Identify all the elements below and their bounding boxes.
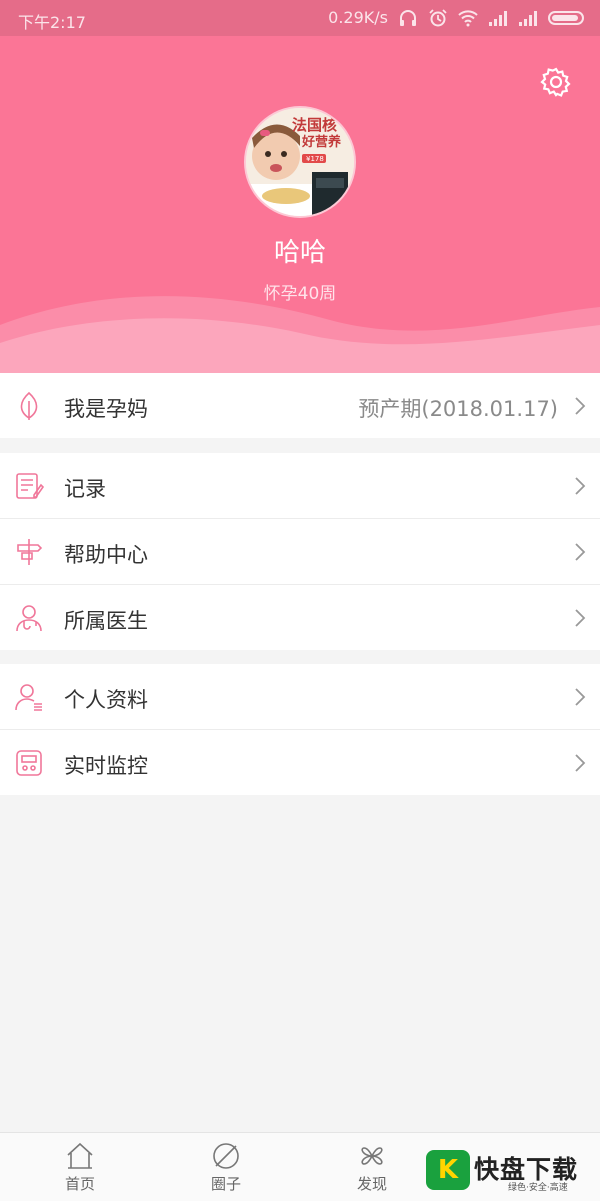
chevron-right-icon <box>575 397 586 415</box>
circle-icon <box>213 1143 239 1169</box>
menu-item-doctor[interactable]: 所属医生 <box>0 585 600 650</box>
menu-item-profile[interactable]: 个人资料 <box>0 664 600 730</box>
status-time: 下午2:17 <box>18 13 86 32</box>
headphones-icon <box>400 9 416 26</box>
tab-home[interactable]: 首页 <box>20 1133 140 1201</box>
menu-item-records[interactable]: 记录 <box>0 453 600 519</box>
menu-item-realtime-monitor[interactable]: 实时监控 <box>0 730 600 795</box>
menu-item-label: 我是孕妈 <box>64 397 148 421</box>
menu-item-label: 实时监控 <box>64 754 148 778</box>
tab-label: 圈子 <box>210 1175 241 1193</box>
chevron-right-icon <box>575 609 586 627</box>
tab-label: 首页 <box>64 1175 95 1193</box>
notepad-icon <box>16 473 44 499</box>
wifi-icon <box>458 9 478 26</box>
chevron-right-icon <box>575 543 586 561</box>
due-date-value: 预产期(2018.01.17) <box>358 397 558 421</box>
alarm-icon <box>429 8 447 26</box>
battery-icon <box>548 10 584 25</box>
status-bar: 下午2:17 0.29K/s <box>0 0 600 36</box>
watermark-logo: K 快盘下载 绿色·安全·高速 <box>426 1146 600 1200</box>
menu-item-label: 帮助中心 <box>64 543 148 567</box>
menu-group-services: 记录 帮助中心 所属医生 <box>0 453 600 650</box>
signal-icon <box>489 10 507 26</box>
watermark-badge: K <box>426 1150 470 1190</box>
menu-item-label: 所属医生 <box>64 609 148 633</box>
signpost-icon <box>17 539 43 565</box>
tab-label: 发现 <box>356 1175 387 1193</box>
avatar-price: ¥178 <box>306 155 324 163</box>
leaf-icon <box>20 391 38 420</box>
username: 哈哈 <box>273 238 326 268</box>
watermark-subtext: 绿色·安全·高速 <box>508 1183 568 1193</box>
settings-gear-icon[interactable] <box>540 66 572 98</box>
discover-icon <box>361 1147 383 1165</box>
tab-discover[interactable]: 发现 <box>312 1133 432 1201</box>
chevron-right-icon <box>575 754 586 772</box>
menu-item-pregnant-mom[interactable]: 我是孕妈 预产期(2018.01.17) <box>0 373 600 438</box>
menu-item-help-center[interactable]: 帮助中心 <box>0 519 600 585</box>
network-speed: 0.29K/s <box>328 8 388 27</box>
profile-header: 下午2:17 0.29K/s ¥178 法国核 好营养 哈哈 怀孕40周 <box>0 0 600 373</box>
avatar-text-top: 法国核 <box>292 116 337 134</box>
header-waves <box>0 296 600 373</box>
avatar-image: ¥178 法国核 好营养 <box>246 108 354 216</box>
menu-item-label: 记录 <box>64 477 106 501</box>
watermark-letter: K <box>437 1155 459 1185</box>
chevron-right-icon <box>575 477 586 495</box>
home-icon <box>67 1142 93 1169</box>
status-indicators: 0.29K/s <box>328 8 584 27</box>
signal-icon <box>519 10 537 26</box>
tab-circle[interactable]: 圈子 <box>166 1133 286 1201</box>
chevron-right-icon <box>575 688 586 706</box>
menu-item-label: 个人资料 <box>64 688 148 712</box>
menu-group-personal: 个人资料 实时监控 <box>0 664 600 795</box>
avatar[interactable]: ¥178 法国核 好营养 <box>246 108 354 216</box>
doctor-icon <box>16 605 42 632</box>
avatar-text-bottom: 好营养 <box>301 134 342 150</box>
monitor-icon <box>16 750 42 776</box>
person-profile-icon <box>15 684 42 711</box>
menu-group-pregnancy: 我是孕妈 预产期(2018.01.17) <box>0 373 600 438</box>
